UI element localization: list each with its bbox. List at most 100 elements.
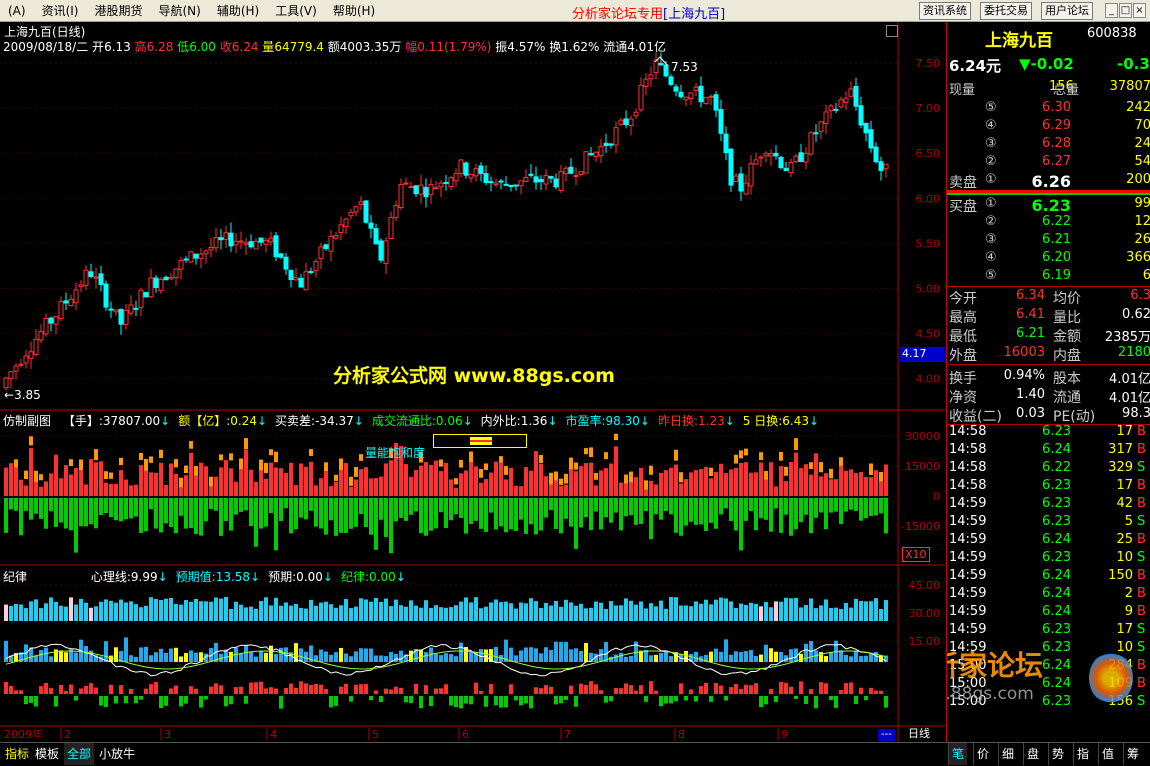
psych-bar xyxy=(719,597,723,621)
expect-bar xyxy=(774,651,778,662)
volume-cap xyxy=(239,458,243,469)
volume-bar-up xyxy=(594,485,598,496)
candle-body xyxy=(333,235,339,239)
volume-bar-down xyxy=(529,498,533,525)
stat-label: 内盘 xyxy=(1053,348,1081,364)
forum-watermark: 分析家论坛bbs.88gs.com xyxy=(947,642,1143,732)
user-forum-button[interactable]: 用户论坛 xyxy=(1041,2,1093,20)
expect-bar xyxy=(544,647,548,662)
month-label: 4 xyxy=(270,728,277,741)
tab-indicator[interactable]: 指标 xyxy=(2,743,32,765)
candle-body xyxy=(283,256,289,270)
tick-row: 14:58 6.23 17 B xyxy=(947,424,1150,442)
minimize-icon[interactable]: _ xyxy=(1105,3,1118,18)
psych-bar xyxy=(629,600,633,621)
volume-bar-up xyxy=(519,486,523,496)
volume-bar-up xyxy=(464,470,468,496)
maximize-icon[interactable]: □ xyxy=(1119,3,1132,18)
psych-bar xyxy=(749,602,753,621)
side-tab-6[interactable]: 值 xyxy=(1098,743,1118,765)
psych-bar xyxy=(824,599,828,621)
close-value: 6.24 xyxy=(231,40,259,54)
psych-bar xyxy=(294,603,298,621)
side-tab-3[interactable]: 盘 xyxy=(1023,743,1043,765)
tab-template[interactable]: 模板 xyxy=(32,743,62,765)
side-tab-7[interactable]: 筹 xyxy=(1123,743,1143,765)
stat-value: 6.34 xyxy=(1016,288,1045,303)
volume-cap xyxy=(359,454,363,461)
menu-navigate[interactable]: 导航(N) xyxy=(151,2,209,19)
discipline-bar xyxy=(704,682,708,694)
discipline-bar xyxy=(374,690,378,694)
expect-bar xyxy=(659,653,663,662)
volume-bar-up xyxy=(629,480,633,496)
price-tick-label: 7.00 xyxy=(916,102,941,115)
side-tab-2[interactable]: 细 xyxy=(998,743,1018,765)
volume-cap xyxy=(354,466,358,477)
discipline-bar xyxy=(189,686,193,694)
low-label: 低 xyxy=(177,40,190,54)
menu-help[interactable]: 帮助(H) xyxy=(325,2,383,19)
menu-info[interactable]: 资讯(I) xyxy=(34,2,87,19)
quote-title: 上海九百 600838 xyxy=(947,26,1150,51)
close-icon[interactable]: × xyxy=(1133,3,1146,18)
psych-bar xyxy=(564,599,568,621)
menu-assist[interactable]: 辅助(H) xyxy=(209,2,267,19)
menu-a[interactable]: (A) xyxy=(0,4,34,18)
sub1-item: 内外比:1.36 xyxy=(480,414,548,428)
volume-cap xyxy=(259,459,263,471)
volume-bar-up xyxy=(304,466,308,496)
psych-bar xyxy=(774,601,778,621)
expect-bar xyxy=(739,651,743,662)
chart-close-icon[interactable] xyxy=(886,25,898,37)
psych-bar xyxy=(689,606,693,621)
psych-bar xyxy=(184,600,188,621)
trade-button[interactable]: 委托交易 xyxy=(980,2,1032,20)
candle-body xyxy=(368,222,374,229)
amplitude-value: 4.57% xyxy=(507,40,546,54)
discipline-bar xyxy=(444,684,448,694)
volume-bar-down xyxy=(434,498,438,529)
discipline-bar xyxy=(439,688,443,694)
bid-label: 买盘 xyxy=(949,199,977,215)
watermark: 分析家公式网 www.88gs.com xyxy=(333,365,615,387)
psych-bar xyxy=(239,604,243,621)
volume-bar-up xyxy=(834,479,838,496)
candle-body xyxy=(83,269,89,286)
candle-body xyxy=(488,181,494,184)
menu-tools[interactable]: 工具(V) xyxy=(267,2,325,19)
volume-bar-down xyxy=(344,498,348,533)
discipline-bar xyxy=(579,683,583,694)
expect-bar xyxy=(269,645,273,662)
scroll-nav[interactable]: --- xyxy=(878,729,895,741)
volume-bar-down xyxy=(424,498,428,536)
ask-row: ② 6.27 54 xyxy=(947,154,1150,172)
chart-area[interactable]: 7.50 7.00 6.50 6.00 5.50 5.00 4.50 4.00 30000 150… xyxy=(0,22,945,742)
expect-bar xyxy=(624,656,628,662)
side-tab-4[interactable]: 势 xyxy=(1048,743,1068,765)
volume-bar-down xyxy=(459,498,463,518)
expect-bar xyxy=(354,651,358,662)
side-tab-0[interactable]: 笔 xyxy=(948,743,968,765)
volume-bar-down xyxy=(254,498,258,547)
volume-tick-label: 0 xyxy=(933,490,940,503)
candle-body xyxy=(468,173,474,179)
psych-bar xyxy=(434,605,438,621)
news-system-button[interactable]: 资讯系统 xyxy=(919,2,971,20)
sub2-items: 心理线:9.99↓ 预期值:13.58↓ 预期:0.00↓ 纪律:0.00↓ xyxy=(83,570,406,584)
period-label[interactable]: 日线 xyxy=(905,727,933,741)
candle-body xyxy=(428,183,434,195)
menu-hk-futures[interactable]: 港股期货 xyxy=(86,2,150,19)
discipline-bar xyxy=(14,690,18,694)
expect-bar xyxy=(419,649,423,662)
psych-bar xyxy=(599,602,603,621)
stat-label: 收益(二) xyxy=(949,409,1002,425)
volume-bar-up xyxy=(744,462,748,496)
side-tab-1[interactable]: 价 xyxy=(973,743,993,765)
tick-side: B xyxy=(1137,568,1146,583)
tab-xiaofangniu[interactable]: 小放牛 xyxy=(96,743,138,765)
side-tab-5[interactable]: 指 xyxy=(1073,743,1093,765)
psych-bar xyxy=(814,608,818,621)
tick-price: 6.22 xyxy=(1042,460,1071,475)
tab-all[interactable]: 全部 xyxy=(64,743,95,765)
